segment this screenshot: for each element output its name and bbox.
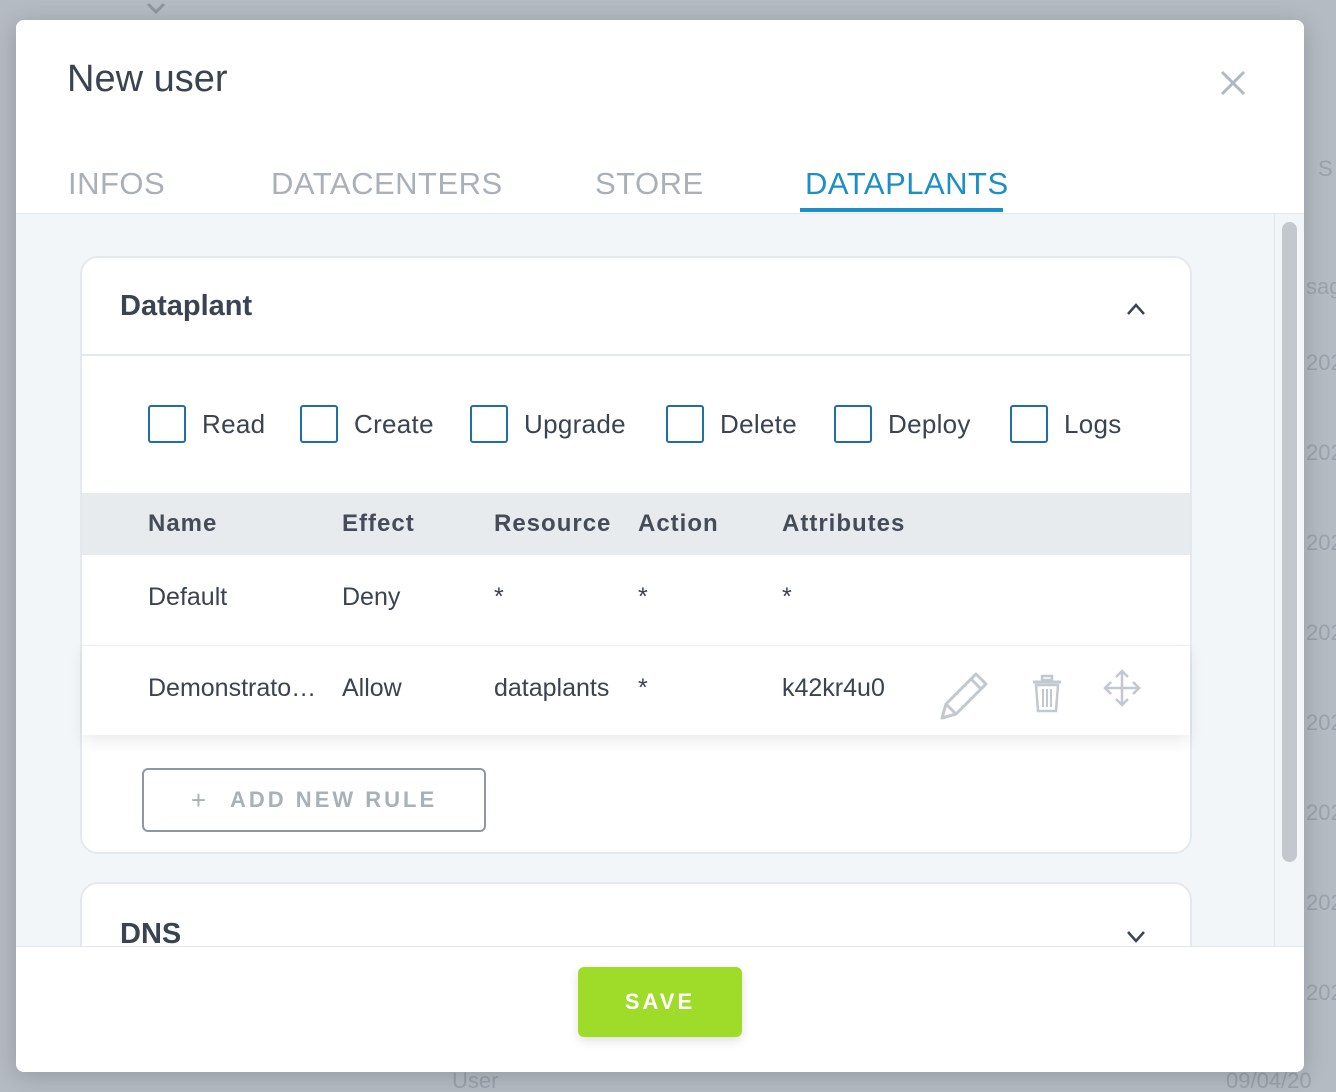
permission-label: Logs [1064, 408, 1122, 439]
rule-effect: Allow [342, 674, 402, 702]
rules-table-header: Name Effect Resource Action Attributes [82, 493, 1190, 555]
dataplant-section: Dataplant Read Create Upgrade Delete Dep… [80, 256, 1192, 854]
add-new-rule-label: ADD NEW RULE [230, 787, 438, 812]
table-row: Demonstrato… Allow dataplants * k42kr4u0 [82, 645, 1190, 735]
permission-label: Deploy [888, 408, 971, 439]
rule-resource: * [494, 583, 504, 611]
chevron-up-icon[interactable] [1126, 302, 1146, 316]
background-text: 202 [1306, 980, 1336, 1005]
save-button[interactable]: SAVE [578, 967, 742, 1037]
modal-title: New user [67, 58, 228, 100]
dns-section[interactable]: DNS [80, 882, 1192, 946]
rule-action: * [638, 583, 648, 611]
delete-checkbox[interactable] [666, 405, 704, 443]
active-tab-indicator [800, 208, 1003, 212]
background-text: 202 [1306, 890, 1336, 915]
section-title: DNS [120, 918, 182, 946]
deploy-checkbox[interactable] [834, 405, 872, 443]
permission-label: Upgrade [524, 408, 626, 439]
modal-footer: SAVE [16, 946, 1304, 1072]
modal-header: New user INFOS DATACENTERS STORE DATAPLA… [16, 20, 1304, 214]
permission-label: Read [202, 408, 266, 439]
background-text: S [1318, 156, 1333, 181]
column-header-attributes: Attributes [782, 510, 906, 537]
permission-delete[interactable]: Delete [666, 404, 797, 444]
chevron-down-icon [146, 2, 166, 15]
tab-infos[interactable]: INFOS [68, 166, 165, 202]
rule-attributes: * [782, 583, 792, 611]
permission-logs[interactable]: Logs [1010, 404, 1122, 444]
rule-action: * [638, 674, 648, 702]
tab-bar: INFOS DATACENTERS STORE DATAPLANTS [16, 160, 1304, 214]
permission-read[interactable]: Read [148, 404, 265, 444]
move-icon[interactable] [1102, 668, 1142, 708]
add-new-rule-button[interactable]: + ADD NEW RULE [142, 768, 486, 832]
background-text: 202 [1306, 800, 1336, 825]
background-text: sag [1306, 274, 1336, 299]
rule-resource: dataplants [494, 674, 610, 702]
background-text: 202 [1306, 440, 1336, 465]
permission-upgrade[interactable]: Upgrade [470, 404, 626, 444]
permission-label: Create [354, 408, 434, 439]
trash-icon[interactable] [1030, 674, 1064, 714]
rule-name: Default [148, 583, 228, 611]
background-text: 202 [1306, 350, 1336, 375]
logs-checkbox[interactable] [1010, 405, 1048, 443]
new-user-modal: New user INFOS DATACENTERS STORE DATAPLA… [16, 20, 1304, 1072]
column-header-resource: Resource [494, 510, 612, 537]
plus-icon: + [190, 784, 207, 815]
permission-deploy[interactable]: Deploy [834, 404, 971, 444]
scrollbar-thumb[interactable] [1282, 222, 1297, 862]
background-text: 202 [1306, 710, 1336, 735]
column-header-name: Name [148, 510, 218, 537]
pencil-icon[interactable] [934, 666, 992, 722]
rule-name: Demonstrato… [148, 674, 317, 702]
modal-body: Dataplant Read Create Upgrade Delete Dep… [16, 214, 1304, 946]
close-icon[interactable] [1216, 66, 1250, 100]
column-header-effect: Effect [342, 510, 415, 537]
chevron-down-icon[interactable] [1126, 930, 1146, 944]
tab-datacenters[interactable]: DATACENTERS [271, 166, 503, 202]
rule-effect: Deny [342, 583, 401, 611]
section-title: Dataplant [120, 290, 253, 322]
dataplant-section-header[interactable]: Dataplant [82, 258, 1190, 356]
background-text: 202 [1306, 620, 1336, 645]
tab-store[interactable]: STORE [595, 166, 704, 202]
column-header-action: Action [638, 510, 719, 537]
permission-label: Delete [720, 408, 797, 439]
rule-attributes: k42kr4u0 [782, 674, 885, 702]
read-checkbox[interactable] [148, 405, 186, 443]
background-text: 202 [1306, 530, 1336, 555]
permission-create[interactable]: Create [300, 404, 434, 444]
upgrade-checkbox[interactable] [470, 405, 508, 443]
tab-dataplants[interactable]: DATAPLANTS [805, 166, 1009, 202]
create-checkbox[interactable] [300, 405, 338, 443]
table-row: Default Deny * * * [82, 555, 1190, 645]
